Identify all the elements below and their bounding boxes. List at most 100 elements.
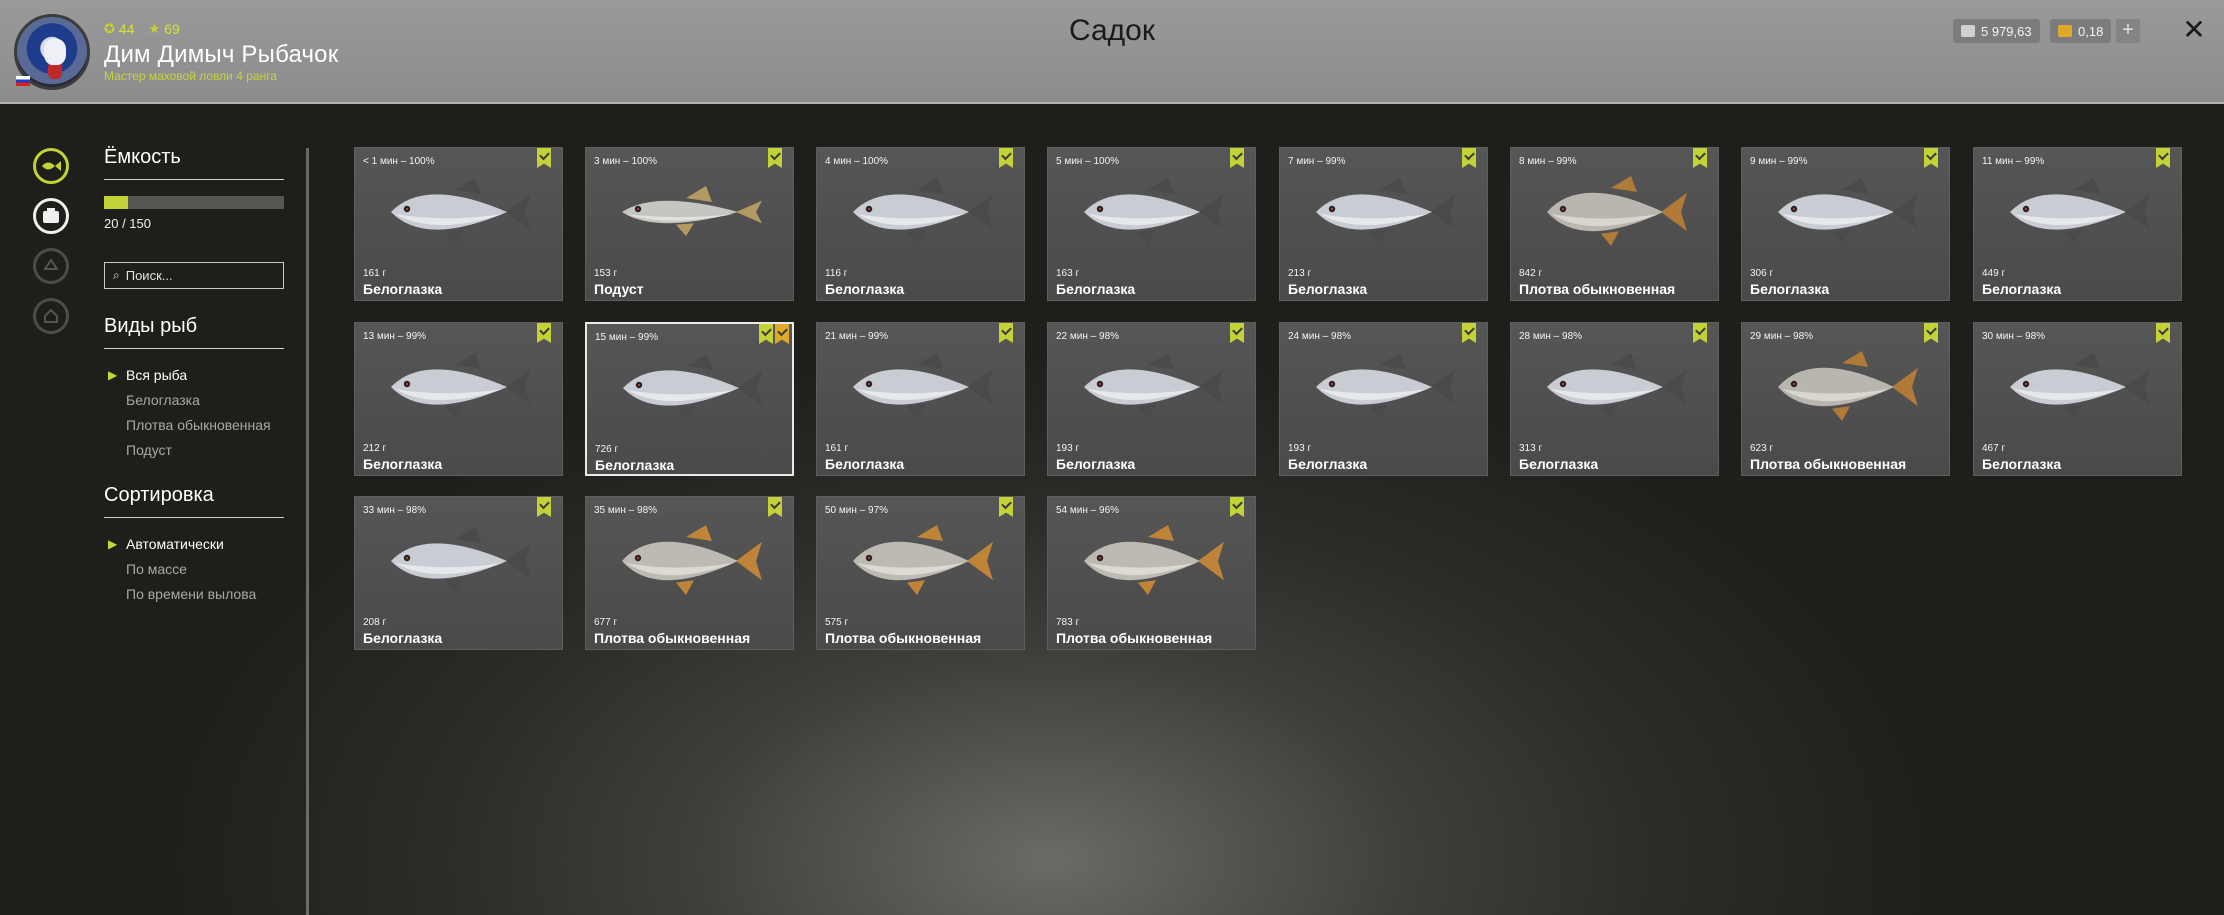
fish-card[interactable]: < 1 мин – 100% 161 г Белоглазка [354,147,563,301]
fish-card[interactable]: 29 мин – 98% 623 г Плотва обыкновенная [1741,322,1950,476]
fish-card[interactable]: 21 мин – 99% 161 г Белоглазка [816,322,1025,476]
check-badge-icon [999,148,1013,168]
close-button[interactable]: ✕ [2180,16,2208,44]
fish-name: Белоглазка [1982,456,2062,472]
species-option[interactable]: Белоглазка [104,388,284,413]
fish-image [1316,353,1456,419]
sort-option[interactable]: ▶ Автоматически [104,532,284,557]
fish-weight: 163 г [1056,268,1080,279]
fish-image [1084,525,1224,595]
sort-list: ▶ Автоматически По массе По времени вылова [104,532,284,607]
catch-time: 4 мин – 100% [825,156,889,167]
catch-time: 5 мин – 100% [1056,156,1120,167]
fish-card[interactable]: 4 мин – 100% 116 г Белоглазка [816,147,1025,301]
silver-balance: 5 979,63 [1953,19,2040,43]
fish-image [391,178,531,244]
species-option-label: Вся рыба [126,367,188,383]
fish-name: Белоглазка [825,281,905,297]
fish-card[interactable]: 30 мин – 98% 467 г Белоглазка [1973,322,2182,476]
check-badge-icon [537,148,551,168]
catch-time: 35 мин – 98% [594,505,658,516]
check-badge-icon [999,323,1013,343]
fish-image [622,186,762,236]
fish-card[interactable]: 15 мин – 99% 726 г Белоглазка [585,322,794,476]
fish-name: Белоглазка [1288,281,1368,297]
catch-time: 30 мин – 98% [1982,331,2046,342]
gold-coin-icon [2058,25,2072,37]
fish-weight: 193 г [1288,443,1312,454]
silver-value: 5 979,63 [1981,23,2032,39]
sort-option[interactable]: По массе [104,557,284,582]
box-icon [43,208,59,223]
add-currency-button[interactable]: + [2116,19,2140,43]
fish-weight: 161 г [825,443,849,454]
species-option[interactable]: Подуст [104,438,284,463]
fish-name: Плотва обыкновенная [1056,630,1213,646]
check-badge-icon [1462,323,1476,343]
fish-image [853,525,993,595]
house-tab-icon[interactable] [33,298,69,334]
fish-name: Плотва обыкновенная [825,630,982,646]
keepnet-tab-icon[interactable] [33,148,69,184]
catch-time: 13 мин – 99% [363,331,427,342]
boat-tab-icon[interactable] [33,248,69,284]
fish-name: Белоглазка [1056,281,1136,297]
fish-weight: 677 г [594,617,618,628]
fish-weight: 467 г [1982,443,2006,454]
fish-name: Белоглазка [595,457,675,473]
fish-weight: 161 г [363,268,387,279]
catch-time: 21 мин – 99% [825,331,889,342]
fish-name: Белоглазка [1750,281,1830,297]
player-title: Мастер маховой ловли 4 ранга [104,69,277,83]
species-option-label: Белоглазка [126,392,200,408]
russia-flag-icon [16,76,30,86]
fish-image [1547,176,1687,246]
gold-value: 0,18 [2078,23,2104,39]
fish-card[interactable]: 9 мин – 99% 306 г Белоглазка [1741,147,1950,301]
fish-card[interactable]: 13 мин – 99% 212 г Белоглазка [354,322,563,476]
fish-name: Плотва обыкновенная [1519,281,1676,297]
gold-balance: 0,18 [2050,19,2112,43]
boat-icon [43,258,59,270]
catch-time: 54 мин – 96% [1056,505,1120,516]
catch-time: 11 мин – 99% [1982,156,2045,167]
species-panel: Виды рыб ▶ Вся рыба Белоглазка Плотва обыкн… [104,315,284,463]
top-bar: ✪ 44 ★ 69 Дим Димыч Рыбачок Мастер махов… [0,0,2224,104]
fish-card[interactable]: 22 мин – 98% 193 г Белоглазка [1047,322,1256,476]
fish-card[interactable]: 54 мин – 96% 783 г Плотва обыкновенная [1047,496,1256,650]
fish-name: Белоглазка [825,456,905,472]
species-option-label: Плотва обыкновенная [126,417,271,433]
fish-weight: 726 г [595,444,619,455]
fish-card[interactable]: 5 мин – 100% 163 г Белоглазка [1047,147,1256,301]
tackle-tab-icon[interactable] [33,198,69,234]
fish-card[interactable]: 7 мин – 99% 213 г Белоглазка [1279,147,1488,301]
search-input[interactable]: ⌕ Поиск... [104,262,284,289]
star-badge-icon [775,324,789,344]
fish-card[interactable]: 33 мин – 98% 208 г Белоглазка [354,496,563,650]
species-option[interactable]: ▶ Вся рыба [104,363,284,388]
fish-card[interactable]: 24 мин – 98% 193 г Белоглазка [1279,322,1488,476]
catch-time: 50 мин – 97% [825,505,889,516]
fish-card[interactable]: 28 мин – 98% 313 г Белоглазка [1510,322,1719,476]
sort-option[interactable]: По времени вылова [104,582,284,607]
species-option[interactable]: Плотва обыкновенная [104,413,284,438]
sort-panel: Сортировка ▶ Автоматически По массе По врем… [104,484,284,607]
fish-weight: 208 г [363,617,387,628]
check-badge-icon [1924,323,1938,343]
fish-image [2010,353,2150,419]
fish-card[interactable]: 35 мин – 98% 677 г Плотва обыкновенная [585,496,794,650]
capacity-text: 20 / 150 [104,216,151,231]
selected-arrow-icon: ▶ [108,537,118,551]
fish-card[interactable]: 8 мин – 99% 842 г Плотва обыкновенная [1510,147,1719,301]
fish-name: Плотва обыкновенная [594,630,751,646]
catch-time: 28 мин – 98% [1519,331,1583,342]
fish-name: Белоглазка [363,630,443,646]
fish-image [853,178,993,244]
check-badge-icon [1230,148,1244,168]
fish-image [391,527,531,593]
fish-card[interactable]: 11 мин – 99% 449 г Белоглазка [1973,147,2182,301]
catch-time: < 1 мин – 100% [363,156,435,167]
silver-coin-icon [1961,25,1975,37]
fish-card[interactable]: 50 мин – 97% 575 г Плотва обыкновенная [816,496,1025,650]
fish-card[interactable]: 3 мин – 100% 153 г Подуст [585,147,794,301]
